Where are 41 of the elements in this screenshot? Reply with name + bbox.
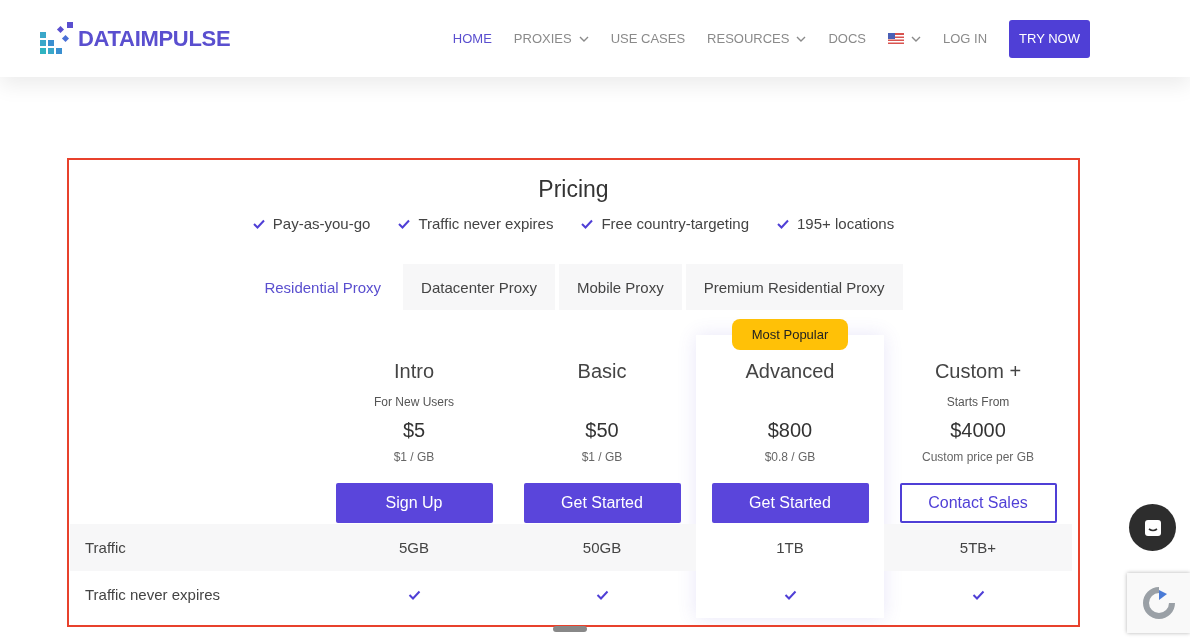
- plan-note: Starts From: [946, 395, 1010, 409]
- nav-link[interactable]: HOME: [452, 31, 492, 46]
- plan-name: Basic: [577, 360, 627, 383]
- plan-button[interactable]: Contact Sales: [899, 483, 1057, 523]
- feature-text: Free country-targeting: [601, 215, 749, 232]
- pricing-title: Pricing: [538, 176, 609, 203]
- proxy-tab[interactable]: Mobile Proxy: [559, 264, 682, 310]
- table-cell: 5TB+: [959, 539, 997, 556]
- plan-unit-price: $1 / GB: [393, 450, 435, 464]
- plan-button[interactable]: Sign Up: [335, 483, 493, 523]
- proxy-tab[interactable]: Datacenter Proxy: [403, 264, 555, 310]
- try-now-button[interactable]: TRY NOW: [1009, 19, 1090, 58]
- table-cell: 50GB: [582, 539, 622, 556]
- plan-unit-price: $0.8 / GB: [764, 450, 816, 464]
- plan-note: For New Users: [374, 395, 454, 409]
- feature-text: 195+ locations: [797, 215, 895, 232]
- row-label: Traffic never expires: [85, 586, 221, 603]
- plan-unit-price: Custom price per GB: [921, 450, 1034, 464]
- nav-link[interactable]: DOCS: [828, 31, 866, 46]
- plan-button[interactable]: Get Started: [711, 483, 869, 523]
- plan-name: Intro: [394, 360, 434, 383]
- nav-dropdown[interactable]: RESOURCES: [707, 31, 790, 46]
- table-cell: 5GB: [399, 539, 429, 556]
- proxy-tab[interactable]: Premium Residential Proxy: [685, 264, 903, 310]
- plan-name: Advanced: [745, 360, 835, 383]
- nav-link[interactable]: LOG IN: [943, 31, 988, 46]
- plan-price: $50: [585, 419, 619, 442]
- plan-name: Custom +: [934, 360, 1022, 383]
- logo-text: DATAIMPULSE: [78, 25, 231, 52]
- nav-dropdown[interactable]: PROXIES: [513, 31, 572, 46]
- plan-price: $5: [402, 419, 426, 442]
- plan-price: $4000: [950, 419, 1006, 442]
- feature-text: Pay-as-you-go: [272, 215, 371, 232]
- popular-badge: Most Popular: [731, 319, 849, 350]
- plan-unit-price: $1 / GB: [581, 450, 623, 464]
- nav-link[interactable]: USE CASES: [610, 31, 686, 46]
- plan-price: $800: [767, 419, 813, 442]
- table-cell: 1TB: [776, 539, 804, 556]
- feature-text: Traffic never expires: [418, 215, 554, 232]
- row-label: Traffic: [85, 539, 126, 556]
- plan-button[interactable]: Get Started: [523, 483, 681, 523]
